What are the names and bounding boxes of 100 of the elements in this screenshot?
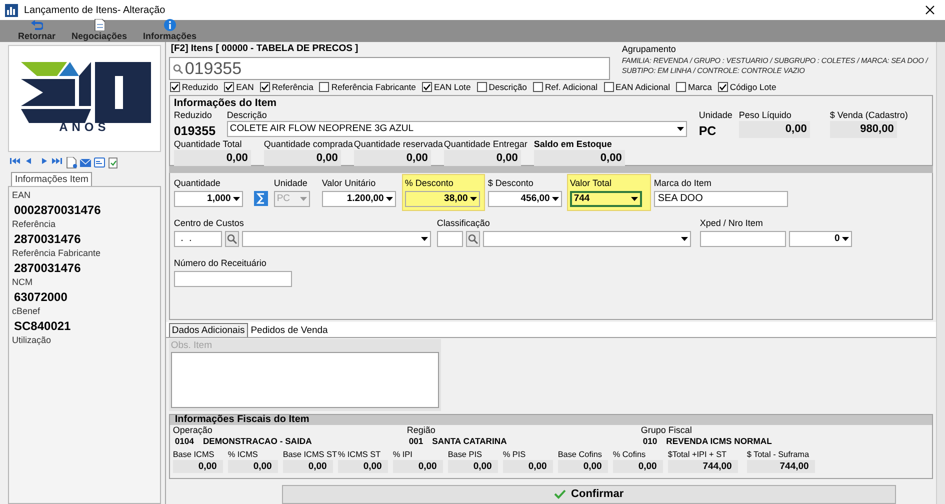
field-label: Grupo Fiscal bbox=[640, 424, 693, 436]
field-label: Quantidade bbox=[174, 176, 222, 189]
checkbox-label: Reduzido bbox=[182, 82, 218, 92]
field-label: Classificação bbox=[436, 216, 491, 229]
field-value: 2870031476 bbox=[13, 260, 82, 276]
field-label: EAN bbox=[12, 189, 32, 202]
search-field[interactable]: 019355 bbox=[168, 57, 610, 80]
check-icon bbox=[554, 489, 566, 500]
dropdown[interactable]: COLETE AIR FLOW NEOPRENE 3G AZUL bbox=[226, 120, 687, 137]
close-button[interactable] bbox=[925, 5, 935, 15]
field-label: % PIS bbox=[502, 448, 527, 460]
field-value: SANTA CATARINA bbox=[432, 436, 507, 448]
checkbox-label: Código Lote bbox=[730, 82, 776, 92]
scrollbar[interactable] bbox=[936, 42, 945, 504]
checkbox[interactable] bbox=[422, 82, 432, 92]
field-label: Saldo em Estoque bbox=[534, 138, 613, 150]
field-label: % Desconto bbox=[404, 176, 454, 189]
field-label: Agrupamento bbox=[622, 44, 677, 56]
window-title: Lançamento de Itens- Alteração bbox=[24, 4, 166, 16]
text-area[interactable] bbox=[170, 352, 439, 408]
dropdown[interactable]: 1.200,00 bbox=[322, 190, 396, 207]
field-label: Base ICMS bbox=[172, 448, 216, 460]
field-label: Número do Receituário bbox=[174, 256, 268, 269]
field-value: 001 bbox=[408, 436, 424, 448]
value-box: 0,00 bbox=[502, 460, 553, 473]
field-value: 63072000 bbox=[13, 289, 68, 305]
field-label: Centro de Custos bbox=[174, 216, 245, 229]
field-label: cBenef bbox=[12, 305, 42, 318]
checkbox[interactable] bbox=[224, 82, 234, 92]
confirm-button[interactable]: Confirmar bbox=[282, 484, 896, 504]
checkbox[interactable] bbox=[476, 82, 487, 92]
checkbox[interactable] bbox=[170, 82, 180, 92]
field-label: Xped / Nro Item bbox=[700, 216, 764, 229]
field-label: Referência bbox=[12, 218, 57, 231]
checkbox[interactable] bbox=[532, 82, 543, 92]
id-card-icon[interactable] bbox=[94, 157, 105, 169]
field-label: $ Desconto bbox=[488, 176, 534, 189]
toolbar-button[interactable]: Negociações bbox=[70, 19, 130, 42]
field-value: SC840021 bbox=[13, 318, 72, 334]
value-box: 0,00 bbox=[338, 460, 388, 473]
search-icon bbox=[172, 64, 183, 74]
field-label: NCM bbox=[12, 276, 34, 289]
search-button[interactable] bbox=[224, 230, 239, 247]
caret-icon bbox=[552, 196, 559, 201]
search-button[interactable] bbox=[466, 230, 480, 247]
value-box: 744,00 bbox=[668, 460, 738, 473]
value-box: 0,00 bbox=[228, 460, 278, 473]
field-label: Valor Total bbox=[570, 176, 613, 189]
caret-icon bbox=[386, 196, 393, 201]
caret-icon bbox=[842, 236, 849, 241]
dropdown[interactable]: 744 bbox=[570, 190, 642, 207]
value-box: 0,00 bbox=[354, 150, 431, 167]
field-label: $ Venda (Cadastro) bbox=[830, 108, 909, 121]
logo-caption: ANOS bbox=[59, 120, 110, 134]
input-field[interactable] bbox=[436, 230, 463, 247]
envelope-icon[interactable] bbox=[80, 157, 91, 169]
value-box: 980,00 bbox=[830, 120, 897, 138]
value-box: 0,00 bbox=[172, 460, 223, 473]
toolbar-button[interactable]: Retornar bbox=[16, 19, 58, 42]
value-box: 0,00 bbox=[444, 150, 521, 167]
app-icon bbox=[5, 4, 18, 16]
field-label: Descrição bbox=[226, 108, 268, 121]
field-label: Obs. Item bbox=[170, 340, 214, 352]
input-field[interactable]: SEA DOO bbox=[654, 190, 788, 207]
clipboard-icon[interactable] bbox=[108, 157, 118, 169]
dropdown[interactable]: 1,000 bbox=[174, 190, 243, 207]
field-label: Peso Líquido bbox=[738, 108, 792, 121]
field-value: REVENDA ICMS NORMAL bbox=[666, 436, 772, 448]
checkbox-label: Referência Fabricante bbox=[331, 82, 416, 92]
field-label: Quantidade reservada bbox=[354, 138, 444, 150]
dropdown[interactable]: 0 bbox=[788, 230, 852, 247]
checkbox[interactable] bbox=[319, 82, 330, 92]
input-field[interactable] bbox=[174, 270, 292, 287]
dropdown[interactable]: 38,00 bbox=[404, 190, 480, 207]
input-field[interactable] bbox=[700, 230, 786, 247]
field-label: Referência Fabricante bbox=[12, 247, 102, 260]
checkbox[interactable] bbox=[260, 82, 270, 92]
value-box: 744,00 bbox=[746, 460, 815, 473]
checkbox[interactable] bbox=[718, 82, 728, 92]
toolbar-button[interactable]: Informações bbox=[141, 19, 199, 42]
tab[interactable]: Pedidos de Venda bbox=[248, 323, 331, 338]
dropdown[interactable]: 456,00 bbox=[488, 190, 562, 207]
tab[interactable]: Dados Adicionais bbox=[168, 323, 248, 338]
caret-icon bbox=[630, 196, 638, 201]
sum-button[interactable] bbox=[254, 191, 268, 206]
value-box: 0,00 bbox=[174, 150, 251, 167]
checkbox-label: Referência bbox=[272, 82, 314, 92]
checkbox-label: EAN Adicional bbox=[616, 82, 670, 92]
field-label: Valor Unitário bbox=[322, 176, 377, 189]
checkbox[interactable] bbox=[676, 82, 686, 92]
value-box: 0,00 bbox=[738, 120, 810, 138]
tab[interactable]: Informações Item bbox=[11, 172, 92, 186]
checkbox[interactable] bbox=[604, 82, 614, 92]
field-value: PC bbox=[698, 122, 718, 138]
input-field[interactable]: . . bbox=[174, 230, 222, 247]
field-label: Marca do Item bbox=[654, 176, 712, 189]
checkbox-label: Descrição bbox=[488, 82, 527, 92]
checkbox-label: Marca bbox=[688, 82, 712, 92]
document-icon[interactable] bbox=[66, 157, 77, 169]
field-label: Base PIS bbox=[448, 448, 483, 460]
